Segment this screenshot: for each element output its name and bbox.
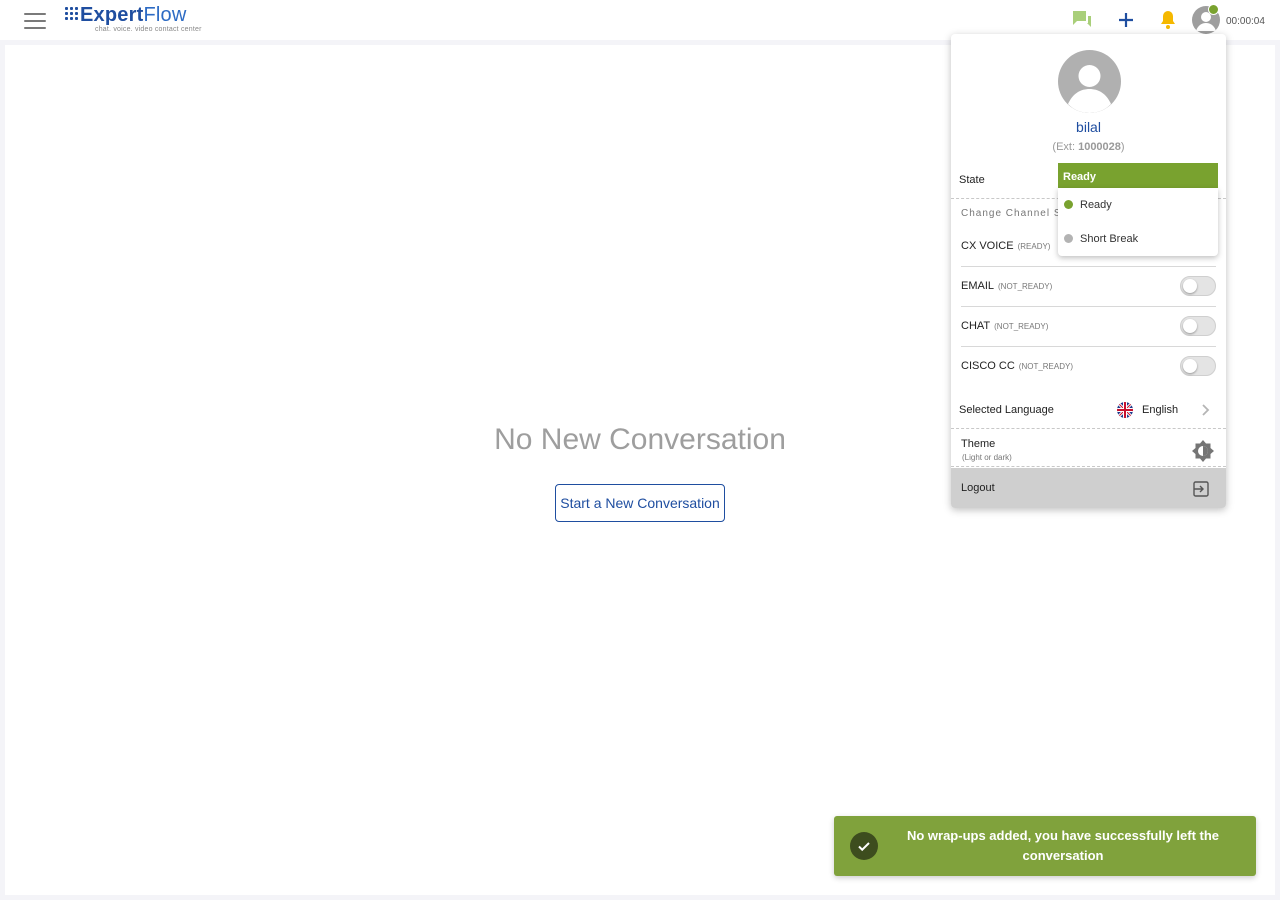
change-channel-label: Change Channel S (961, 208, 1062, 219)
status-dot (1064, 200, 1073, 209)
state-select[interactable]: Ready (1058, 163, 1218, 188)
bell-icon[interactable] (1156, 8, 1180, 32)
cisco-cc-channel-toggle[interactable] (1180, 356, 1216, 376)
check-icon (850, 832, 878, 860)
channel-name: CHAT (961, 320, 991, 332)
chevron-right-icon[interactable] (1201, 403, 1211, 417)
channel-row-cisco-cc: CISCO CC (NOT_READY) (961, 347, 1216, 387)
logo-text: ExpertFlow (80, 4, 187, 26)
start-new-conversation-button[interactable]: Start a New Conversation (555, 484, 725, 522)
profile-avatar-icon (1058, 50, 1121, 113)
logout-label: Logout (961, 482, 995, 494)
channel-name: CISCO CC (961, 360, 1015, 372)
state-dropdown-menu: Ready Short Break (1058, 188, 1218, 256)
logo-tagline: chat. voice. video contact center (95, 26, 202, 33)
toast-message: No wrap-ups added, you have successfully… (906, 828, 1220, 863)
menu-icon[interactable] (24, 13, 46, 29)
session-timer: 00:00:04 (1226, 16, 1265, 27)
success-toast: No wrap-ups added, you have successfully… (834, 816, 1256, 876)
uk-flag-icon (1117, 402, 1133, 418)
language-value[interactable]: English (1142, 404, 1178, 416)
channel-row-chat: CHAT (NOT_READY) (961, 307, 1216, 347)
channel-name: EMAIL (961, 280, 995, 292)
state-option-label: Short Break (1080, 233, 1139, 245)
language-label: Selected Language (959, 404, 1054, 416)
chat-bubbles-icon[interactable] (1070, 8, 1094, 32)
expertflow-logo[interactable]: ExpertFlow chat. voice. video contact ce… (65, 4, 201, 35)
channel-status: (NOT_READY) (1018, 362, 1074, 371)
plus-icon[interactable] (1114, 8, 1138, 32)
logout-icon (1192, 480, 1210, 498)
channel-status: (NOT_READY) (994, 322, 1049, 331)
status-dot (1208, 4, 1219, 15)
theme-sublabel: (Light or dark) (962, 453, 1012, 462)
state-option-short-break[interactable]: Short Break (1058, 222, 1218, 256)
channel-status: (READY) (1017, 242, 1051, 251)
chat-channel-toggle[interactable] (1180, 316, 1216, 336)
state-label: State (959, 174, 985, 186)
channel-name: CX VOICE (961, 240, 1014, 252)
theme-label: Theme (961, 438, 996, 450)
logo-dots-icon (65, 7, 79, 21)
profile-extension: (Ext: 1000028) (1052, 141, 1125, 153)
channel-row-email: EMAIL (NOT_READY) (961, 267, 1216, 307)
logout-button[interactable]: Logout (951, 468, 1226, 508)
state-option-label: Ready (1080, 199, 1112, 211)
divider (951, 428, 1226, 429)
profile-menu: bilal (Ext: 1000028) State Change Channe… (951, 34, 1226, 508)
profile-name: bilal (1076, 119, 1101, 135)
email-channel-toggle[interactable] (1180, 276, 1216, 296)
channel-status: (NOT_READY) (998, 282, 1053, 291)
state-option-ready[interactable]: Ready (1058, 188, 1218, 222)
divider (951, 466, 1226, 467)
brightness-icon[interactable] (1191, 439, 1215, 463)
status-dot (1064, 234, 1073, 243)
